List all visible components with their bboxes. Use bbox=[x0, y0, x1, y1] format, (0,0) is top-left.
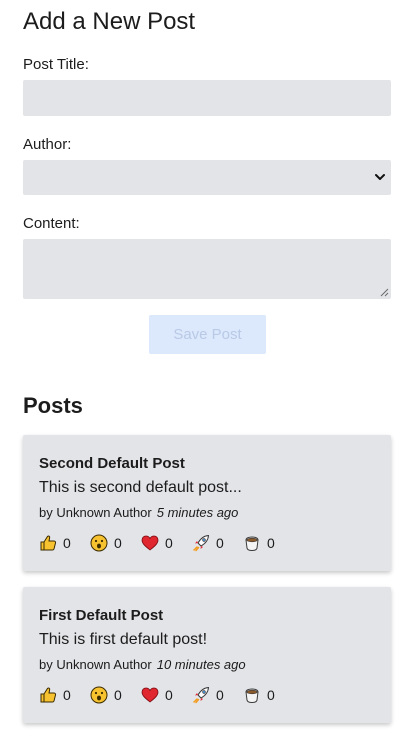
surprised-face-icon bbox=[90, 534, 108, 552]
post-timestamp: 10 minutes ago bbox=[156, 657, 246, 672]
reaction-button-heart[interactable]: 0 bbox=[141, 534, 192, 552]
post-excerpt: This is second default post... bbox=[39, 479, 242, 496]
save-post-button[interactable]: Save Post bbox=[149, 315, 266, 354]
posts-heading: Posts bbox=[23, 393, 83, 418]
post-author: by Unknown Author bbox=[39, 657, 152, 672]
post-excerpt: This is first default post! bbox=[39, 631, 208, 648]
reaction-count: 0 bbox=[165, 535, 173, 551]
thumbs-up-icon bbox=[40, 687, 57, 703]
post-title-input[interactable] bbox=[23, 80, 391, 116]
post-timestamp: 5 minutes ago bbox=[156, 505, 239, 520]
reaction-button-thumbs-up[interactable]: 0 bbox=[39, 686, 90, 704]
reaction-button-wow[interactable]: 0 bbox=[90, 534, 141, 552]
author-select[interactable] bbox=[23, 160, 391, 195]
reaction-count: 0 bbox=[114, 535, 122, 551]
reaction-bar: 0 0 0 0 0 bbox=[39, 533, 294, 553]
reaction-button-wow[interactable]: 0 bbox=[90, 686, 141, 704]
rocket-icon bbox=[193, 686, 210, 704]
reaction-count: 0 bbox=[267, 535, 275, 551]
thumbs-up-icon bbox=[40, 535, 57, 551]
form-heading: Add a New Post bbox=[23, 8, 196, 35]
post-author: by Unknown Author bbox=[39, 505, 152, 520]
author-label: Author: bbox=[23, 136, 72, 153]
reaction-count: 0 bbox=[165, 687, 173, 703]
post-meta: by Unknown Author 10 minutes ago bbox=[39, 656, 246, 673]
reaction-bar: 0 0 0 0 0 bbox=[39, 685, 294, 705]
reaction-count: 0 bbox=[63, 687, 71, 703]
rocket-icon bbox=[193, 534, 210, 552]
coffee-icon bbox=[245, 536, 259, 552]
post-meta: by Unknown Author 5 minutes ago bbox=[39, 504, 238, 521]
post-card: First Default Post This is first default… bbox=[23, 587, 391, 723]
reaction-button-rocket[interactable]: 0 bbox=[192, 534, 243, 552]
reaction-count: 0 bbox=[216, 535, 224, 551]
resize-grip-icon[interactable] bbox=[380, 288, 389, 297]
reaction-count: 0 bbox=[267, 687, 275, 703]
post-title: Second Default Post bbox=[39, 455, 185, 472]
reaction-button-coffee[interactable]: 0 bbox=[243, 534, 294, 552]
reaction-button-rocket[interactable]: 0 bbox=[192, 686, 243, 704]
post-title: First Default Post bbox=[39, 607, 164, 624]
reaction-button-coffee[interactable]: 0 bbox=[243, 686, 294, 704]
reaction-button-thumbs-up[interactable]: 0 bbox=[39, 534, 90, 552]
chevron-down-icon bbox=[375, 174, 385, 180]
content-textarea[interactable] bbox=[23, 239, 391, 299]
reaction-count: 0 bbox=[216, 687, 224, 703]
heart-icon bbox=[141, 535, 159, 551]
content-label: Content: bbox=[23, 215, 80, 232]
post-title-label: Post Title: bbox=[23, 56, 89, 73]
reaction-count: 0 bbox=[114, 687, 122, 703]
coffee-icon bbox=[245, 688, 259, 704]
heart-icon bbox=[141, 687, 159, 703]
post-card: Second Default Post This is second defau… bbox=[23, 435, 391, 571]
surprised-face-icon bbox=[90, 686, 108, 704]
reaction-button-heart[interactable]: 0 bbox=[141, 686, 192, 704]
reaction-count: 0 bbox=[63, 535, 71, 551]
